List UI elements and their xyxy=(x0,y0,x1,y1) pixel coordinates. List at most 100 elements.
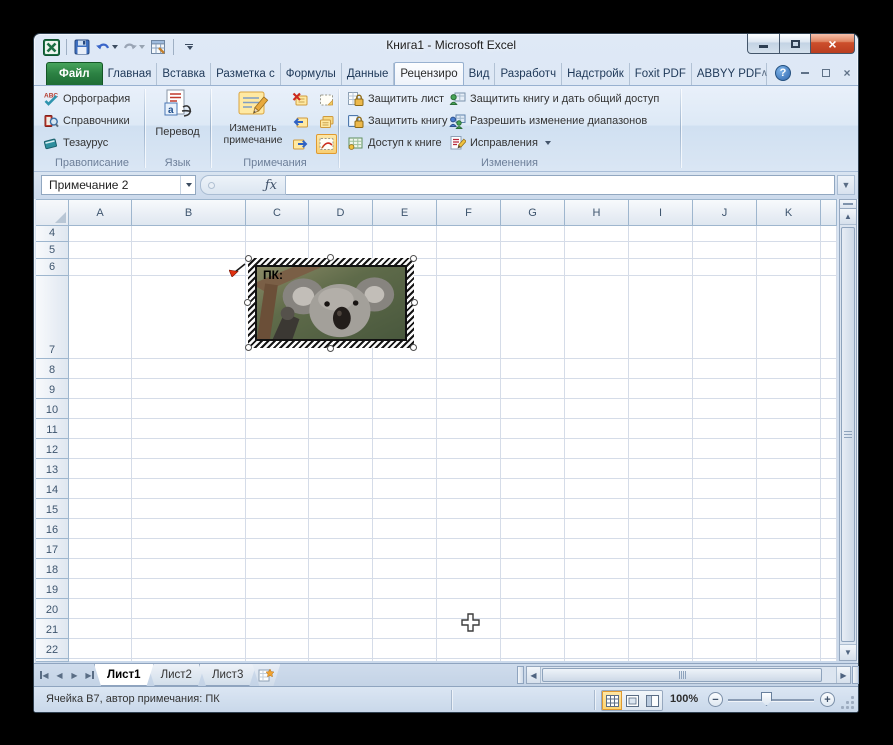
close-button[interactable]: × xyxy=(810,34,855,54)
previous-sheet-button[interactable]: ◀ xyxy=(53,668,66,683)
first-sheet-button[interactable]: ◀ xyxy=(38,668,51,683)
protect-sheet-button[interactable]: Защитить лист xyxy=(347,90,444,108)
normal-view-button[interactable] xyxy=(602,691,622,710)
row-header-20[interactable]: 20 xyxy=(36,599,69,619)
resize-handle-right[interactable] xyxy=(411,299,418,306)
show-hide-comment-button[interactable] xyxy=(316,90,337,110)
next-comment-button[interactable] xyxy=(290,134,311,154)
allow-edit-ranges-button[interactable]: Разрешить изменение диапазонов xyxy=(449,112,647,130)
redo-button-disabled[interactable] xyxy=(122,37,145,57)
tab-foxit-pdf[interactable]: Foxit PDF xyxy=(630,63,692,85)
row-header-5[interactable]: 5 xyxy=(36,242,69,259)
column-header-J[interactable]: J xyxy=(693,199,757,226)
row-header-13[interactable]: 13 xyxy=(36,459,69,479)
row-header-16[interactable]: 16 xyxy=(36,519,69,539)
qat-grid-icon-button[interactable] xyxy=(149,37,167,57)
page-break-preview-button[interactable] xyxy=(642,691,662,710)
select-all-corner[interactable] xyxy=(36,199,69,226)
vertical-scrollbar[interactable]: ▲ ▼ xyxy=(839,199,857,661)
show-all-comments-button[interactable] xyxy=(316,112,337,132)
tab-review[interactable]: Рецензиро xyxy=(394,62,464,85)
comment-box[interactable]: ПК: xyxy=(244,254,418,352)
tab-file[interactable]: Файл xyxy=(46,62,103,85)
tab-developer[interactable]: Разработч xyxy=(495,63,563,85)
collapse-ribbon-icon[interactable]: ∧ xyxy=(761,68,768,79)
tab-scroll-splitter[interactable] xyxy=(517,666,524,684)
row-header-22[interactable]: 22 xyxy=(36,639,69,659)
protect-and-share-button[interactable]: Защитить книгу и дать общий доступ xyxy=(449,90,659,108)
scroll-down-arrow[interactable]: ▼ xyxy=(840,644,856,660)
column-header-D[interactable]: D xyxy=(309,199,373,226)
sheet-tab-list2[interactable]: Лист2 xyxy=(148,664,205,686)
tab-page-layout[interactable]: Разметка с xyxy=(211,63,281,85)
zoom-slider-thumb[interactable] xyxy=(761,692,772,706)
formula-input[interactable] xyxy=(286,175,835,195)
row-header-19[interactable]: 19 xyxy=(36,579,69,599)
show-ink-button[interactable] xyxy=(316,134,337,154)
column-header-C[interactable]: C xyxy=(246,199,309,226)
spelling-button[interactable]: ABC Орфография xyxy=(43,90,130,108)
research-button[interactable]: Справочники xyxy=(43,112,130,130)
previous-comment-button[interactable] xyxy=(290,112,311,132)
resize-handle-top-right[interactable] xyxy=(410,255,417,262)
horizontal-scroll-thumb[interactable] xyxy=(542,668,822,682)
scroll-up-arrow[interactable]: ▲ xyxy=(840,209,856,225)
zoom-in-button[interactable]: + xyxy=(820,692,835,707)
zoom-level-label[interactable]: 100% xyxy=(670,693,698,705)
save-button[interactable] xyxy=(73,37,91,57)
column-header-G[interactable]: G xyxy=(501,199,565,226)
minimize-button[interactable] xyxy=(747,34,780,54)
row-header-14[interactable]: 14 xyxy=(36,479,69,499)
tab-abbyy-pdf[interactable]: ABBYY PDF xyxy=(692,63,768,85)
row-header-12[interactable]: 12 xyxy=(36,439,69,459)
vertical-split-handle[interactable] xyxy=(840,200,856,209)
row-header-17[interactable]: 17 xyxy=(36,539,69,559)
resize-handle-left[interactable] xyxy=(244,299,251,306)
name-box-dropdown[interactable] xyxy=(180,176,195,194)
help-icon[interactable]: ? xyxy=(775,65,791,81)
maximize-button[interactable] xyxy=(780,34,810,54)
zoom-out-button[interactable]: − xyxy=(708,692,723,707)
row-header-8[interactable]: 8 xyxy=(36,359,69,379)
row-header-18[interactable]: 18 xyxy=(36,559,69,579)
tab-view[interactable]: Вид xyxy=(464,63,496,85)
row-header-6[interactable]: 6 xyxy=(36,259,69,276)
column-header-I[interactable]: I xyxy=(629,199,693,226)
resize-grip[interactable] xyxy=(840,695,854,709)
customize-qat-button[interactable] xyxy=(180,37,198,57)
insert-function-button[interactable]: ƒx xyxy=(265,178,277,193)
excel-logo-icon[interactable] xyxy=(42,37,60,57)
redo-dropdown-arrow[interactable] xyxy=(139,45,145,49)
column-header-partial[interactable] xyxy=(821,199,837,226)
row-header-11[interactable]: 11 xyxy=(36,419,69,439)
column-header-H[interactable]: H xyxy=(565,199,629,226)
workbook-minimize-icon[interactable] xyxy=(798,66,812,80)
name-box[interactable]: Примечание 2 xyxy=(41,175,196,195)
tab-insert[interactable]: Вставка xyxy=(157,63,212,85)
resize-handle-bottom-right[interactable] xyxy=(410,344,417,351)
resize-handle-bottom-left[interactable] xyxy=(245,344,252,351)
edit-comment-button[interactable]: Изменить примечание xyxy=(221,89,285,146)
column-header-F[interactable]: F xyxy=(437,199,501,226)
delete-comment-button[interactable] xyxy=(290,90,311,110)
column-header-E[interactable]: E xyxy=(373,199,437,226)
tab-home[interactable]: Главная xyxy=(103,63,158,85)
row-header-15[interactable]: 15 xyxy=(36,499,69,519)
sheet-tab-list3[interactable]: Лист3 xyxy=(199,664,256,686)
tab-data[interactable]: Данные xyxy=(342,63,395,85)
next-sheet-button[interactable]: ▶ xyxy=(68,668,81,683)
worksheet-grid[interactable]: ПК: xyxy=(69,226,837,661)
undo-dropdown-arrow[interactable] xyxy=(112,45,118,49)
resize-handle-top-left[interactable] xyxy=(245,255,252,262)
resize-handle-bottom[interactable] xyxy=(327,345,334,352)
workbook-restore-icon[interactable] xyxy=(819,66,835,80)
row-header-21[interactable]: 21 xyxy=(36,619,69,639)
thesaurus-button[interactable]: Тезаурус xyxy=(43,134,108,152)
column-header-K[interactable]: K xyxy=(757,199,821,226)
workbook-close-icon[interactable]: × xyxy=(840,66,854,80)
last-sheet-button[interactable]: ▶ xyxy=(83,668,96,683)
row-header-7[interactable]: 7 xyxy=(36,276,69,359)
scroll-right-arrow[interactable]: ▶ xyxy=(836,667,850,683)
vertical-scroll-thumb[interactable] xyxy=(841,227,855,642)
insert-worksheet-button[interactable] xyxy=(252,664,280,686)
